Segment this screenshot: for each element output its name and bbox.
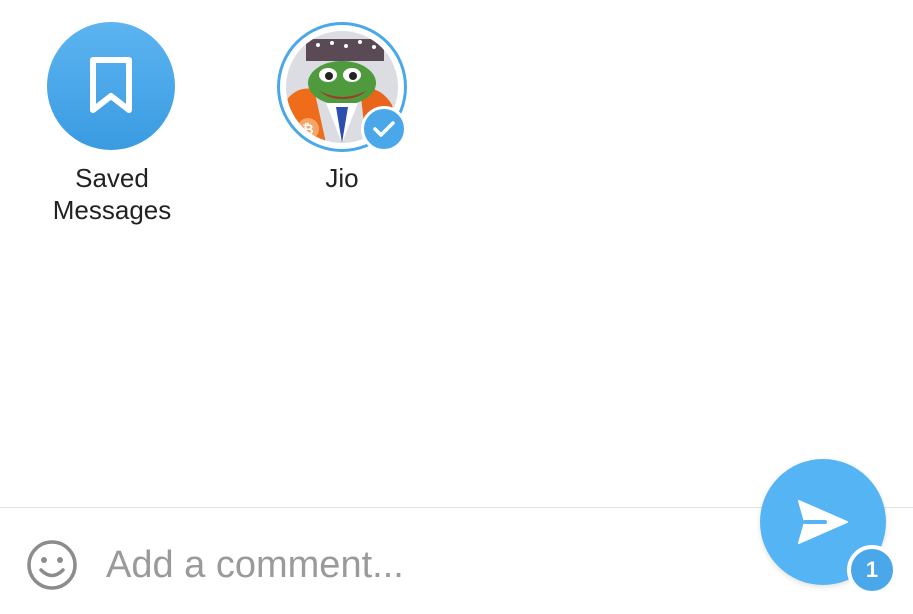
contact-name-jio: Jio xyxy=(325,163,359,193)
comment-input[interactable] xyxy=(106,536,726,594)
smiley-icon xyxy=(27,540,77,590)
share-sheet: Saved Messages ₿ Jio Add a comment... 1 xyxy=(0,0,913,614)
saved-messages-avatar[interactable] xyxy=(47,22,177,152)
bookmark-icon xyxy=(90,57,132,113)
jio-avatar[interactable]: ₿ xyxy=(277,22,407,152)
emoji-button[interactable] xyxy=(25,538,79,592)
saved-messages-avatar-circle xyxy=(47,22,175,150)
selected-count-badge: 1 xyxy=(847,545,897,595)
svg-text:₿: ₿ xyxy=(302,121,313,137)
selected-check-badge xyxy=(361,106,407,152)
send-icon xyxy=(798,500,848,544)
contact-saved-messages[interactable]: Saved Messages xyxy=(22,22,202,226)
contact-jio[interactable]: ₿ Jio xyxy=(252,22,432,194)
check-icon xyxy=(373,121,395,137)
contact-name-saved-messages: Saved Messages xyxy=(52,163,172,225)
